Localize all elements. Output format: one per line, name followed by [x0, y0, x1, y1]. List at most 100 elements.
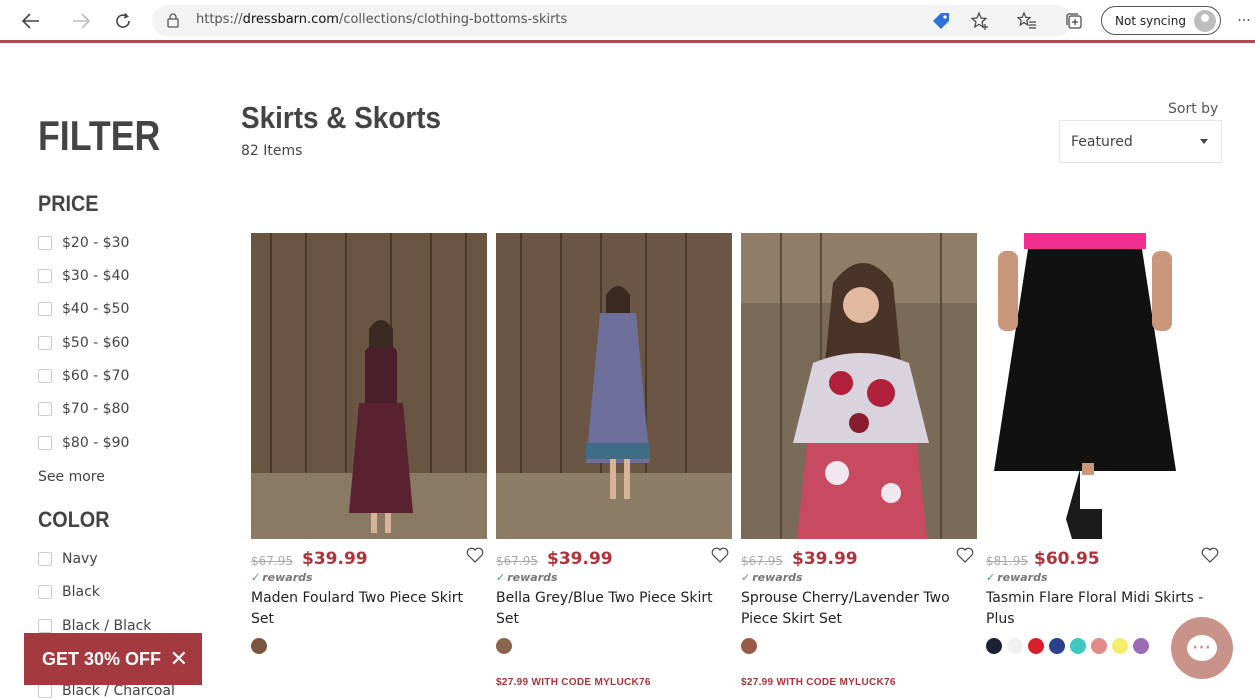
sort-label: Sort by: [1168, 101, 1219, 117]
price-option[interactable]: $80 - $90: [38, 435, 129, 451]
see-more-link[interactable]: See more: [38, 469, 105, 485]
heart-icon[interactable]: [1200, 545, 1220, 565]
product-name[interactable]: Sprouse Cherry/Lavender Two Piece Skirt …: [741, 588, 977, 630]
check-circle-icon: ✓: [496, 571, 506, 584]
rewards-badge: ✓ rewards: [986, 571, 1048, 584]
url-host: dressbarn.com: [242, 12, 339, 27]
color-swatch[interactable]: [496, 638, 512, 654]
heart-icon[interactable]: [465, 545, 485, 565]
price-option[interactable]: $70 - $80: [38, 401, 129, 417]
color-swatch[interactable]: [1049, 638, 1065, 654]
close-icon[interactable]: ✕: [170, 646, 188, 672]
coupon-tag-icon[interactable]: [929, 9, 953, 33]
add-favorite-icon[interactable]: [968, 9, 992, 33]
check-circle-icon: ✓: [986, 571, 996, 584]
chat-bubble-icon: ···: [1187, 635, 1217, 661]
sale-price: $39.99: [302, 549, 368, 569]
price-option[interactable]: $20 - $30: [38, 235, 129, 251]
price-row: $67.95 $39.99: [496, 547, 732, 571]
price-option-label: $30 - $40: [62, 268, 130, 284]
color-swatches: [741, 638, 757, 654]
chat-button[interactable]: ···: [1171, 617, 1233, 679]
color-swatch[interactable]: [1070, 638, 1086, 654]
rewards-badge: ✓ rewards: [741, 571, 803, 584]
color-swatch[interactable]: [1028, 638, 1044, 654]
promo-banner[interactable]: GET 30% OFF ✕: [24, 633, 202, 685]
color-option[interactable]: Black / Black: [38, 618, 151, 634]
sort-dropdown[interactable]: Featured: [1059, 120, 1222, 163]
color-option[interactable]: Black / Charcoal: [38, 683, 175, 699]
check-circle-icon: ✓: [251, 571, 261, 584]
color-swatch[interactable]: [1007, 638, 1023, 654]
price-option-label: $70 - $80: [62, 401, 130, 417]
color-swatch[interactable]: [251, 638, 267, 654]
product-image[interactable]: [496, 233, 732, 539]
color-swatch[interactable]: [741, 638, 757, 654]
checkbox[interactable]: [38, 436, 52, 450]
price-option[interactable]: $60 - $70: [38, 368, 129, 384]
refresh-icon[interactable]: [110, 8, 136, 34]
checkbox[interactable]: [38, 236, 52, 250]
checkbox[interactable]: [38, 619, 52, 633]
item-count: 82 Items: [241, 143, 303, 159]
price-option[interactable]: $30 - $40: [38, 268, 129, 284]
product-name[interactable]: Bella Grey/Blue Two Piece Skirt Set: [496, 588, 732, 630]
sort-value: Featured: [1071, 133, 1133, 150]
heart-icon[interactable]: [955, 545, 975, 565]
price-option[interactable]: $50 - $60: [38, 335, 129, 351]
rewards-badge: ✓ rewards: [496, 571, 558, 584]
original-price: $81.95: [986, 554, 1028, 568]
color-swatch[interactable]: [1133, 638, 1149, 654]
rewards-label: rewards: [997, 571, 1048, 584]
lock-icon[interactable]: [166, 12, 180, 28]
promo-code-text: $27.99 WITH CODE MYLUCK76: [741, 677, 896, 688]
more-menu-icon[interactable]: ···: [1232, 9, 1255, 33]
price-option[interactable]: $40 - $50: [38, 301, 129, 317]
url-scheme: https://: [196, 12, 243, 27]
checkbox[interactable]: [38, 585, 52, 599]
back-arrow-icon[interactable]: [18, 8, 44, 34]
filter-title: FILTER: [38, 112, 161, 159]
checkbox[interactable]: [38, 552, 52, 566]
price-row: $81.95 $60.95: [986, 547, 1222, 571]
color-swatch[interactable]: [986, 638, 1002, 654]
checkbox[interactable]: [38, 302, 52, 316]
sale-price: $39.99: [792, 549, 858, 569]
checkbox[interactable]: [38, 369, 52, 383]
color-facet-title[interactable]: COLOR: [38, 507, 110, 533]
page-title: Skirts & Skorts: [241, 100, 442, 135]
product-image[interactable]: [741, 233, 977, 539]
color-swatch[interactable]: [1091, 638, 1107, 654]
color-option-label: Black / Black: [62, 618, 152, 634]
color-option[interactable]: Black: [38, 584, 100, 600]
checkbox[interactable]: [38, 402, 52, 416]
rewards-label: rewards: [507, 571, 558, 584]
favorites-icon[interactable]: [1015, 9, 1039, 33]
product-name[interactable]: Maden Foulard Two Piece Skirt Set: [251, 588, 487, 630]
sale-price: $60.95: [1034, 549, 1100, 569]
checkbox[interactable]: [38, 684, 52, 698]
check-circle-icon: ✓: [741, 571, 751, 584]
price-row: $67.95 $39.99: [251, 547, 487, 571]
rewards-label: rewards: [262, 571, 313, 584]
checkbox[interactable]: [38, 269, 52, 283]
heart-icon[interactable]: [710, 545, 730, 565]
profile-sync-button[interactable]: Not syncing: [1101, 6, 1221, 35]
forward-arrow-icon[interactable]: [68, 8, 94, 34]
price-facet-title[interactable]: PRICE: [38, 191, 99, 217]
price-option-label: $80 - $90: [62, 435, 130, 451]
product-image[interactable]: [986, 233, 1222, 539]
original-price: $67.95: [741, 554, 783, 568]
color-swatches: [496, 638, 512, 654]
chevron-down-icon: [1200, 139, 1208, 144]
collections-icon[interactable]: [1062, 9, 1086, 33]
color-option-label: Black / Charcoal: [62, 683, 175, 699]
color-option[interactable]: Navy: [38, 551, 98, 567]
checkbox[interactable]: [38, 336, 52, 350]
color-swatch[interactable]: [1112, 638, 1128, 654]
rewards-label: rewards: [752, 571, 803, 584]
price-option-label: $40 - $50: [62, 301, 130, 317]
price-option-label: $50 - $60: [62, 335, 130, 351]
product-image[interactable]: [251, 233, 487, 539]
browser-toolbar: https://dressbarn.com/collections/clothi…: [0, 0, 1255, 43]
